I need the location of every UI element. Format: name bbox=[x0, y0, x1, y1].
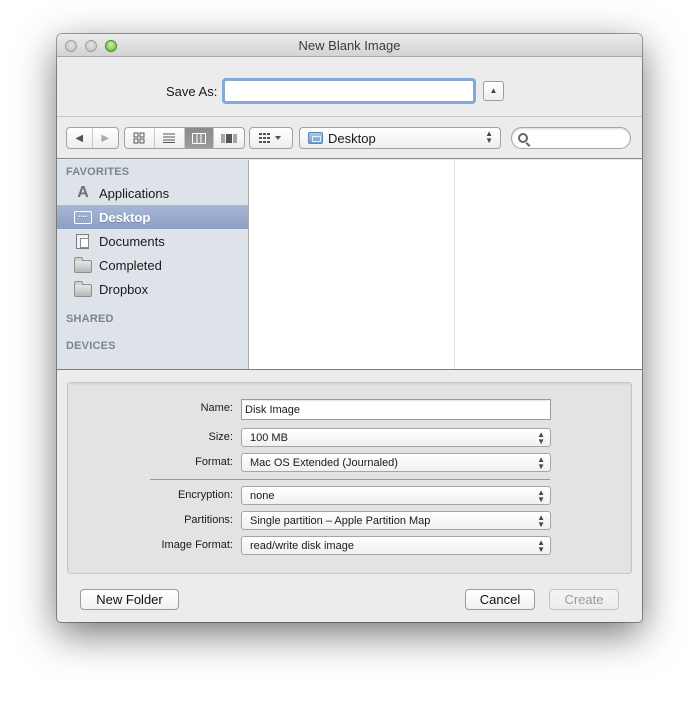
format-label: Format: bbox=[195, 456, 233, 468]
applications-icon: A bbox=[77, 184, 89, 201]
name-label: Name: bbox=[200, 402, 233, 414]
sidebar-item-completed[interactable]: Completed bbox=[57, 253, 248, 277]
file-browser-columns[interactable] bbox=[249, 160, 642, 369]
sidebar-header-devices[interactable]: DEVICES bbox=[66, 340, 116, 352]
sidebar-header-favorites: FAVORITES bbox=[66, 166, 130, 178]
search-field[interactable] bbox=[511, 127, 631, 149]
sidebar-item-label: Dropbox bbox=[99, 281, 149, 297]
sidebar-item-dropbox[interactable]: Dropbox bbox=[57, 277, 248, 301]
new-folder-button[interactable]: New Folder bbox=[80, 589, 179, 610]
desktop-icon bbox=[74, 210, 92, 224]
sidebar-item-label: Completed bbox=[99, 257, 162, 273]
popup-arrows-icon: ▲ ▼ bbox=[537, 455, 545, 471]
format-popup[interactable]: Mac OS Extended (Journaled) ▲ ▼ bbox=[241, 453, 551, 472]
image-format-label: Image Format: bbox=[161, 539, 233, 551]
icon-view-button[interactable] bbox=[125, 128, 155, 148]
collapse-dialog-button[interactable]: ▲ bbox=[483, 81, 504, 101]
partitions-value: Single partition – Apple Partition Map bbox=[250, 514, 431, 527]
triangle-up-icon: ▲ bbox=[489, 86, 498, 95]
options-panel: Name: Disk Image Size: 100 MB ▲ ▼ Format:… bbox=[67, 382, 632, 574]
forward-arrow-icon: ▶ bbox=[101, 132, 110, 144]
sidebar-item-desktop[interactable]: Desktop bbox=[57, 205, 248, 229]
column-view-icon bbox=[191, 132, 206, 144]
popup-arrows-icon: ▲ ▼ bbox=[537, 513, 545, 529]
partitions-label: Partitions: bbox=[184, 514, 233, 526]
encryption-label: Encryption: bbox=[177, 489, 233, 501]
back-arrow-icon: ◀ bbox=[75, 132, 84, 144]
arrange-menu-button[interactable] bbox=[249, 127, 293, 149]
encryption-value: none bbox=[250, 489, 275, 502]
sidebar: FAVORITES A Applications Desktop Documen… bbox=[57, 160, 249, 369]
location-label: Desktop bbox=[328, 130, 376, 146]
sidebar-item-documents[interactable]: Documents bbox=[57, 229, 248, 253]
cover-flow-icon bbox=[221, 133, 237, 143]
image-format-popup[interactable]: read/write disk image ▲ ▼ bbox=[241, 536, 551, 555]
desktop-folder-icon bbox=[308, 132, 323, 144]
new-blank-image-dialog: New Blank Image Save As: ▲ ◀ ▶ Desktop ▲… bbox=[57, 34, 642, 622]
sidebar-header-shared[interactable]: SHARED bbox=[66, 313, 114, 325]
arrange-icon bbox=[250, 128, 292, 148]
options-separator bbox=[150, 479, 550, 480]
save-as-label: Save As: bbox=[166, 84, 218, 99]
sidebar-item-label: Applications bbox=[99, 185, 170, 201]
save-as-row: Save As: ▲ bbox=[57, 57, 642, 117]
disk-image-options: Name: Disk Image Size: 100 MB ▲ ▼ Format:… bbox=[57, 369, 642, 622]
cover-flow-view-button[interactable] bbox=[214, 128, 244, 148]
sidebar-item-label: Desktop bbox=[99, 209, 151, 225]
sidebar-item-label: Documents bbox=[99, 233, 165, 249]
search-icon bbox=[518, 133, 528, 143]
popup-arrows-icon: ▲ ▼ bbox=[537, 430, 545, 446]
popup-arrows-icon: ▲ ▼ bbox=[485, 129, 493, 145]
format-value: Mac OS Extended (Journaled) bbox=[250, 456, 398, 469]
size-value: 100 MB bbox=[250, 431, 288, 444]
folder-icon bbox=[74, 256, 92, 273]
cancel-button[interactable]: Cancel bbox=[465, 589, 535, 610]
name-input[interactable]: Disk Image bbox=[241, 399, 551, 420]
popup-arrows-icon: ▲ ▼ bbox=[537, 488, 545, 504]
icon-view-icon bbox=[133, 132, 145, 144]
popup-arrows-icon: ▲ ▼ bbox=[537, 538, 545, 554]
column-divider[interactable] bbox=[454, 160, 455, 369]
encryption-popup[interactable]: none ▲ ▼ bbox=[241, 486, 551, 505]
size-popup[interactable]: 100 MB ▲ ▼ bbox=[241, 428, 551, 447]
documents-icon bbox=[76, 233, 89, 249]
location-popup[interactable]: Desktop ▲ ▼ bbox=[299, 127, 501, 149]
image-format-value: read/write disk image bbox=[250, 539, 354, 552]
folder-icon bbox=[74, 280, 92, 297]
window-title: New Blank Image bbox=[298, 38, 401, 53]
list-view-icon bbox=[163, 133, 176, 143]
partitions-popup[interactable]: Single partition – Apple Partition Map ▲… bbox=[241, 511, 551, 530]
back-button[interactable]: ◀ bbox=[67, 128, 93, 148]
create-button[interactable]: Create bbox=[549, 589, 619, 610]
sidebar-item-applications[interactable]: A Applications bbox=[57, 181, 248, 205]
forward-button[interactable]: ▶ bbox=[93, 128, 118, 148]
browser-toolbar: ◀ ▶ Desktop ▲ ▼ bbox=[57, 118, 642, 159]
column-view-button[interactable] bbox=[184, 128, 215, 148]
title-bar[interactable]: New Blank Image bbox=[57, 34, 642, 57]
back-forward-control: ◀ ▶ bbox=[66, 127, 119, 149]
name-value: Disk Image bbox=[245, 403, 301, 416]
save-as-input[interactable] bbox=[224, 80, 474, 102]
size-label: Size: bbox=[208, 431, 233, 443]
view-mode-control bbox=[124, 127, 245, 149]
list-view-button[interactable] bbox=[155, 128, 185, 148]
